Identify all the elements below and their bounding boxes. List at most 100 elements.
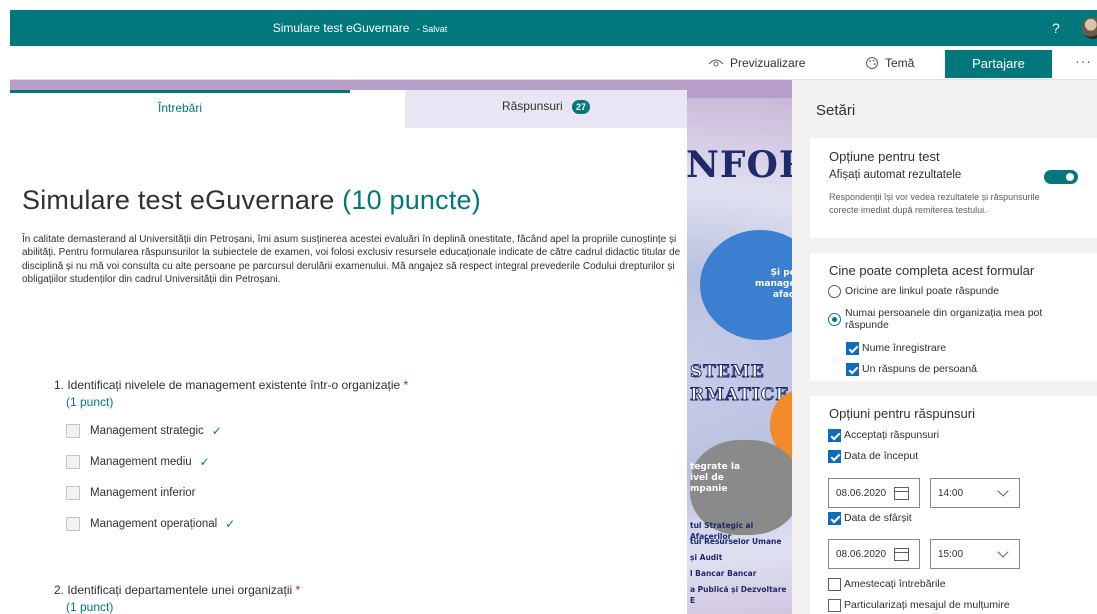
required-marker: * (403, 378, 409, 392)
background-heading: NFORM (686, 144, 792, 186)
who-can-fill-section: Cine poate completa acest formular Orici… (810, 253, 1097, 381)
response-options-title: Opțiuni pentru răspunsuri (829, 406, 975, 421)
theme-button[interactable]: Temă (865, 46, 914, 80)
chevron-down-icon (997, 485, 1009, 497)
option-label: Management strategic (90, 425, 204, 437)
one-response-label: Un răspuns de persoană (862, 363, 977, 375)
record-name-option[interactable]: Nume înregistrare (846, 342, 946, 355)
end-time-dropdown[interactable]: 15:00 (930, 539, 1020, 569)
option-checkbox[interactable] (66, 455, 80, 469)
question-2[interactable]: 2. Identificați departamentele unei orga… (54, 583, 300, 614)
option-management-inferior[interactable]: Management inferior (66, 486, 195, 500)
form-name: Simulare test eGuvernare (272, 21, 410, 35)
background-integrate-text: tegrate la ivel de mpanie (690, 462, 741, 494)
end-date-label: Data de sfârșit (844, 512, 912, 524)
radio-button[interactable] (828, 313, 841, 326)
correct-check-icon: ✓ (199, 455, 210, 469)
who-can-fill-title: Cine poate completa acest formular (829, 263, 1035, 278)
option-management-operational[interactable]: Management operațional ✓ (66, 517, 235, 531)
chevron-down-icon (997, 546, 1009, 558)
settings-panel: Setări Opțiune pentru test Afișați autom… (792, 80, 1097, 614)
form-card: Întrebări Răspunsuri 27 Simulare test eG… (10, 90, 687, 614)
option-checkbox[interactable] (66, 486, 80, 500)
tab-questions[interactable]: Întrebări (10, 90, 350, 128)
start-date-checkbox[interactable] (828, 450, 841, 463)
shuffle-questions-checkbox[interactable] (828, 578, 841, 591)
option-label: Management inferior (90, 487, 196, 499)
end-date-checkbox[interactable] (828, 512, 841, 525)
form-total-points: (10 puncte) (342, 185, 481, 215)
thank-you-message-label: Particularizați mesajul de mulțumire (844, 599, 1010, 611)
radio-anyone[interactable]: Oricine are linkul poate răspunde (828, 285, 999, 298)
app-title: Simulare test eGuvernare - Salvat (10, 10, 710, 46)
question-2-points: (1 punct) (66, 600, 114, 614)
tab-questions-label: Întrebări (157, 101, 203, 115)
question-1[interactable]: 1. Identificați nivelele de management e… (54, 378, 408, 409)
correct-check-icon: ✓ (225, 517, 236, 531)
end-date-option[interactable]: Data de sfârșit (828, 512, 912, 525)
option-checkbox[interactable] (66, 517, 80, 531)
share-button[interactable]: Partajare (945, 50, 1052, 78)
start-date-option[interactable]: Data de început (828, 450, 918, 463)
shuffle-questions-label: Amestecați întrebările (844, 578, 946, 590)
background-blob-text: Și pentr manageme afaceril (755, 268, 792, 300)
accept-responses-option[interactable]: Acceptați răspunsuri (828, 429, 939, 442)
correct-check-icon: ✓ (211, 424, 222, 438)
form-title-text: Simulare test eGuvernare (22, 185, 335, 215)
option-label: Management mediu (90, 456, 192, 468)
one-response-checkbox[interactable] (846, 363, 859, 376)
palette-icon (866, 57, 878, 69)
help-icon[interactable]: ? (1052, 10, 1060, 46)
start-date-value: 08.06.2020 (836, 487, 887, 499)
background-rmatice: RMATICE (689, 385, 790, 406)
theme-label: Temă (885, 56, 915, 70)
form-canvas: NFORM Și pentr manageme afaceril STEME R… (10, 80, 792, 614)
end-date-field[interactable]: 08.06.2020 (828, 539, 920, 569)
accept-responses-label: Acceptați răspunsuri (844, 429, 940, 441)
start-date-field[interactable]: 08.06.2020 (828, 478, 920, 508)
responses-count-badge: 27 (572, 100, 591, 114)
radio-org-only[interactable]: Numai persoanele din organizația mea pot… (828, 307, 1078, 331)
thank-you-message-option[interactable]: Particularizați mesajul de mulțumire (828, 599, 1010, 612)
save-status: - Salvat (416, 24, 448, 34)
record-name-checkbox[interactable] (846, 342, 859, 355)
required-marker: * (295, 583, 301, 597)
auto-show-results-toggle[interactable] (1044, 170, 1078, 184)
top-bar: Simulare test eGuvernare - Salvat ? (10, 10, 1097, 46)
background-list-4: a Publică și Dezvoltare E (690, 585, 787, 605)
accept-responses-checkbox[interactable] (828, 429, 841, 442)
calendar-icon[interactable] (894, 486, 910, 500)
record-name-label: Nume înregistrare (862, 342, 947, 354)
background-steme: STEME (690, 362, 765, 383)
more-options-icon[interactable]: ··· (1075, 46, 1092, 76)
form-description[interactable]: În calitate demasterand al Universității… (22, 233, 682, 286)
option-checkbox[interactable] (66, 424, 80, 438)
one-response-option[interactable]: Un răspuns de persoană (846, 363, 977, 376)
calendar-icon[interactable] (894, 547, 910, 561)
tab-responses-label: Răspunsuri (501, 99, 563, 113)
question-1-points: (1 punct) (66, 395, 114, 409)
background-list-3: l Bancar Bancar (690, 569, 757, 578)
thank-you-message-checkbox[interactable] (828, 599, 841, 612)
option-management-strategic[interactable]: Management strategic ✓ (66, 424, 222, 438)
option-management-mediu[interactable]: Management mediu ✓ (66, 455, 210, 469)
shuffle-questions-option[interactable]: Amestecați întrebările (828, 578, 946, 591)
radio-button[interactable] (828, 285, 841, 298)
question-1-text: 1. Identificați nivelele de management e… (54, 378, 401, 392)
tab-responses[interactable]: Răspunsuri 27 (405, 90, 687, 128)
form-title[interactable]: Simulare test eGuvernare (10 puncte) (22, 185, 481, 216)
auto-show-results-label: Afișați automat rezultatele (829, 169, 962, 181)
preview-label: Previzualizare (730, 56, 806, 70)
end-date-value: 08.06.2020 (836, 548, 887, 560)
radio-org-only-label: Numai persoanele din organizația mea pot… (845, 307, 1043, 331)
response-options-section: Opțiuni pentru răspunsuri Acceptați răsp… (810, 396, 1097, 614)
background-list-1: tul Resurselor Umane (690, 537, 782, 546)
end-time-value: 15:00 (938, 548, 964, 560)
preview-button[interactable]: Previzualizare (708, 46, 805, 80)
auto-show-results-help: Respondenții își vor vedea rezultatele ș… (829, 192, 1040, 215)
start-date-label: Data de început (844, 450, 919, 462)
start-time-dropdown[interactable]: 14:00 (930, 478, 1020, 508)
background-list-2: și Audit (690, 553, 723, 562)
avatar[interactable] (1082, 17, 1097, 39)
settings-title: Setări (816, 102, 856, 119)
